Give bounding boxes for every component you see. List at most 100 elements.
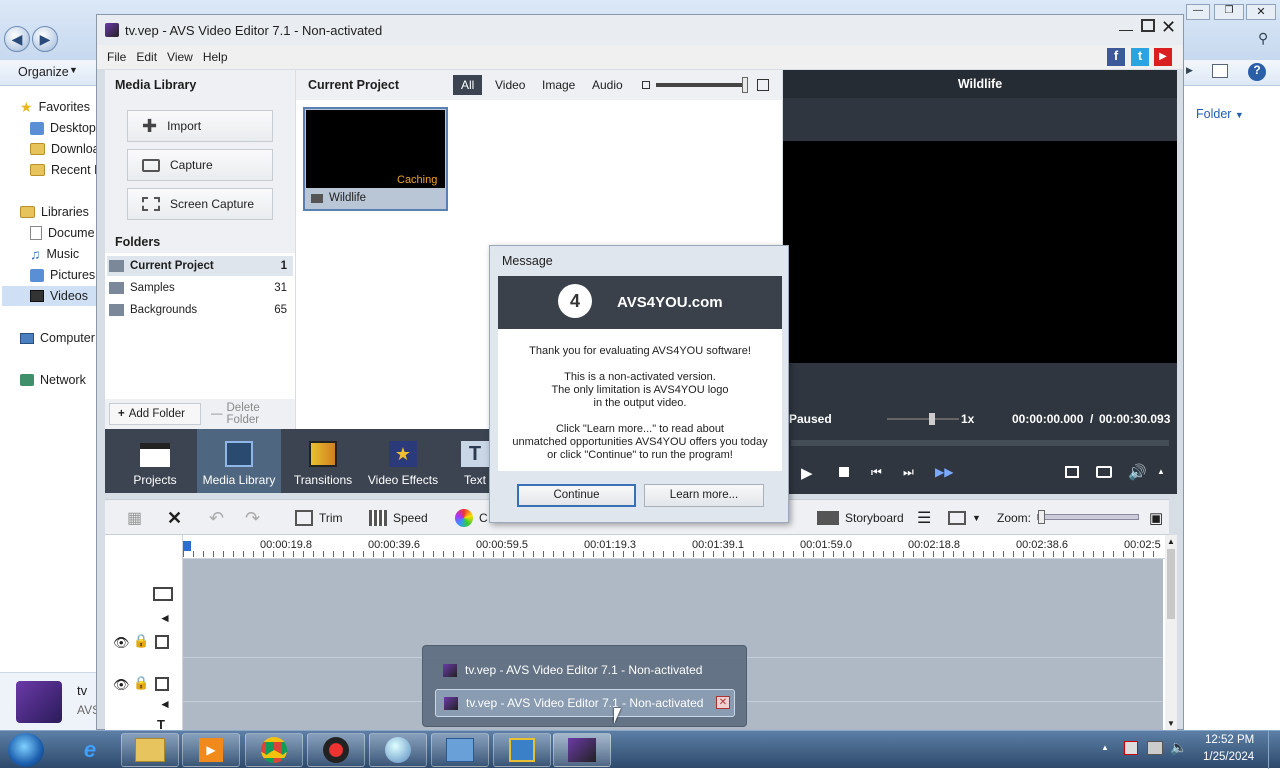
- color-button[interactable]: C: [455, 500, 488, 536]
- seek-bar[interactable]: [791, 440, 1169, 446]
- nav-pictures[interactable]: Pictures: [30, 265, 95, 285]
- minimize-icon[interactable]: —: [1186, 4, 1210, 20]
- thumbnail-size-slider[interactable]: [656, 77, 748, 93]
- menu-view[interactable]: View: [167, 50, 193, 64]
- zoom-handle[interactable]: [1038, 510, 1045, 524]
- network-icon[interactable]: [1147, 741, 1163, 755]
- youtube-icon[interactable]: ▶: [1154, 48, 1172, 66]
- lock-icon[interactable]: 🔒: [133, 675, 149, 691]
- playhead-marker[interactable]: [183, 541, 191, 551]
- folder-samples[interactable]: Samples 31: [107, 278, 293, 298]
- tab-audio[interactable]: Audio: [584, 75, 631, 95]
- speed-button[interactable]: Speed: [369, 500, 428, 536]
- snapshot-icon[interactable]: [1096, 466, 1112, 478]
- nav-music[interactable]: ♫ Music: [30, 244, 79, 264]
- tab-all[interactable]: All: [453, 75, 483, 95]
- volume-icon[interactable]: 🔊: [1128, 463, 1147, 481]
- nav-computer[interactable]: Computer: [20, 328, 95, 348]
- scroll-thumb[interactable]: [1167, 549, 1175, 619]
- taskbar-ie[interactable]: e: [64, 733, 116, 767]
- redo-icon[interactable]: ↷: [245, 500, 260, 536]
- zoom-fit-icon[interactable]: ▣: [1149, 500, 1163, 536]
- tool-projects[interactable]: Projects: [113, 429, 197, 493]
- fullscreen-icon[interactable]: [1065, 466, 1079, 478]
- maximize-icon[interactable]: [1141, 19, 1155, 32]
- taskbar-media-player[interactable]: ▶: [182, 733, 240, 767]
- import-button[interactable]: ✚ Import: [127, 110, 273, 142]
- volume-muted-icon[interactable]: 🔈: [1170, 739, 1187, 756]
- speed-slider-handle[interactable]: [929, 413, 935, 425]
- eye-icon[interactable]: 👁: [113, 635, 130, 651]
- show-hidden-icons[interactable]: ▲: [1101, 743, 1109, 752]
- next-frame-icon[interactable]: ⏭: [903, 465, 914, 480]
- nav-favorites[interactable]: ★ Favorites: [20, 97, 90, 117]
- select-icon[interactable]: ▦: [127, 500, 142, 536]
- taskbar-app-red[interactable]: [307, 733, 365, 767]
- restore-icon[interactable]: ❐: [1214, 4, 1244, 20]
- menu-file[interactable]: File: [107, 50, 126, 64]
- menu-edit[interactable]: Edit: [136, 50, 157, 64]
- start-button[interactable]: [8, 733, 44, 767]
- previous-frame-icon[interactable]: ⏮: [871, 465, 882, 480]
- lock-icon[interactable]: 🔒: [133, 633, 149, 649]
- close-icon[interactable]: ✕: [716, 696, 730, 709]
- delete-folder-button[interactable]: — Delete Folder: [205, 402, 293, 426]
- frame-step-icon[interactable]: ▶▶: [935, 465, 953, 479]
- nav-downloads[interactable]: Downloa: [30, 139, 100, 159]
- taskbar-explorer[interactable]: [121, 733, 179, 767]
- minimize-icon[interactable]: —: [1119, 21, 1133, 37]
- continue-button[interactable]: Continue: [517, 484, 636, 507]
- learn-more-button[interactable]: Learn more...: [644, 484, 764, 507]
- display-mode-icon[interactable]: ▼: [948, 500, 981, 536]
- show-desktop-button[interactable]: [1268, 731, 1280, 769]
- trim-button[interactable]: Trim: [295, 500, 343, 536]
- timeline-ruler[interactable]: 00:00:19.8 00:00:39.6 00:00:59.5 00:01:1…: [183, 535, 1165, 559]
- action-center-icon[interactable]: [1124, 741, 1138, 755]
- forward-button[interactable]: ▶: [32, 26, 58, 52]
- taskbar-app-globe[interactable]: [369, 733, 427, 767]
- clock-time[interactable]: 12:52 PM: [1205, 734, 1254, 746]
- thumbnail-item[interactable]: tv.vep - AVS Video Editor 7.1 - Non-acti…: [435, 656, 735, 684]
- taskbar-chrome[interactable]: [245, 733, 303, 767]
- tool-transitions[interactable]: Transitions: [281, 429, 365, 493]
- menu-help[interactable]: Help: [203, 50, 228, 64]
- search-icon[interactable]: ⚲: [1258, 30, 1268, 47]
- nav-desktop[interactable]: Desktop: [30, 118, 96, 138]
- speed-slider[interactable]: [887, 413, 959, 425]
- preview-pane-icon[interactable]: [1212, 64, 1228, 78]
- scroll-down-icon[interactable]: ▼: [1167, 719, 1175, 728]
- tool-media-library[interactable]: Media Library: [197, 429, 281, 493]
- undo-icon[interactable]: ↶: [209, 500, 224, 536]
- folder-view-button[interactable]: Folder ▼: [1196, 107, 1244, 121]
- zoom-slider[interactable]: [1037, 510, 1139, 524]
- folder-backgrounds[interactable]: Backgrounds 65: [107, 300, 293, 320]
- back-button[interactable]: ◀: [4, 26, 30, 52]
- nav-libraries[interactable]: Libraries: [20, 202, 89, 222]
- slider-handle[interactable]: [742, 77, 748, 93]
- twitter-icon[interactable]: t: [1131, 48, 1149, 66]
- audio-mixer-icon[interactable]: ☰: [917, 500, 931, 536]
- taskbar-control-panel[interactable]: [431, 733, 489, 767]
- clip-wildlife[interactable]: Caching Wildlife: [303, 107, 448, 211]
- folder-current-project[interactable]: Current Project 1: [107, 256, 293, 276]
- nav-videos[interactable]: Videos: [2, 286, 96, 306]
- screen-capture-button[interactable]: Screen Capture: [127, 188, 273, 220]
- play-icon[interactable]: ▶: [801, 464, 813, 482]
- capture-button[interactable]: Capture: [127, 149, 273, 181]
- nav-documents[interactable]: Docume: [30, 223, 95, 243]
- tool-video-effects[interactable]: ★ Video Effects: [361, 429, 445, 493]
- facebook-icon[interactable]: f: [1107, 48, 1125, 66]
- tab-video[interactable]: Video: [487, 75, 533, 95]
- eye-icon[interactable]: 👁: [113, 677, 130, 693]
- tab-image[interactable]: Image: [534, 75, 583, 95]
- delete-icon[interactable]: ✕: [167, 500, 182, 536]
- nav-recent[interactable]: Recent P: [30, 160, 102, 180]
- storyboard-button[interactable]: Storyboard: [817, 500, 904, 536]
- thumbnail-item-hover[interactable]: tv.vep - AVS Video Editor 7.1 - Non-acti…: [435, 689, 735, 717]
- taskbar-app-blue[interactable]: [493, 733, 551, 767]
- chevron-up-icon[interactable]: ▲: [1157, 467, 1165, 476]
- scroll-up-icon[interactable]: ▲: [1167, 537, 1175, 546]
- timeline-scrollbar[interactable]: ▲ ▼: [1165, 535, 1177, 731]
- taskbar-avs-video-editor[interactable]: [553, 733, 611, 767]
- help-icon[interactable]: ?: [1248, 63, 1266, 81]
